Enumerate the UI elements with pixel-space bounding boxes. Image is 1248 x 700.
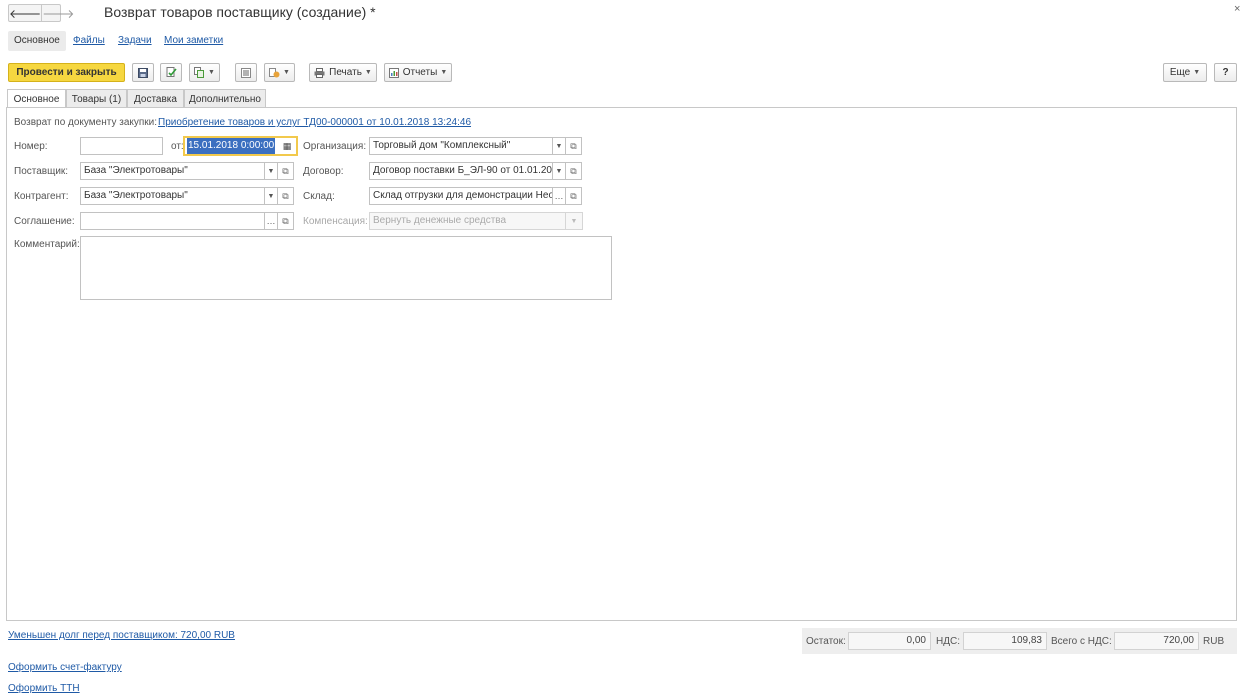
- tab-main[interactable]: Основное: [7, 89, 66, 109]
- balance-label: Остаток:: [806, 636, 846, 647]
- chevron-down-icon: ▼: [566, 212, 583, 230]
- section-tasks[interactable]: Задачи: [112, 31, 158, 51]
- forward-arrow-icon[interactable]: 🡒: [41, 5, 74, 21]
- reports-button[interactable]: Отчеты ▼: [384, 63, 452, 82]
- more-label: Еще: [1169, 67, 1191, 78]
- create-ttn-link[interactable]: Оформить ТТН: [8, 683, 80, 694]
- post-and-close-button[interactable]: Провести и закрыть: [8, 63, 125, 82]
- open-link-icon[interactable]: ⧉: [566, 162, 582, 180]
- comment-textarea[interactable]: [80, 236, 612, 300]
- chevron-down-icon: ▼: [283, 69, 290, 76]
- chevron-down-icon: ▼: [1193, 69, 1201, 76]
- tab-goods[interactable]: Товары (1): [66, 89, 127, 108]
- agreement-label: Соглашение:: [14, 216, 75, 227]
- printer-icon: [314, 67, 325, 78]
- open-link-icon[interactable]: ⧉: [566, 187, 582, 205]
- tab-additional[interactable]: Дополнительно: [184, 89, 266, 108]
- print-button[interactable]: Печать ▼: [309, 63, 377, 82]
- save-icon: [138, 67, 148, 78]
- open-link-icon[interactable]: ⧉: [566, 137, 582, 155]
- number-input[interactable]: [80, 137, 163, 155]
- number-label: Номер:: [14, 141, 48, 152]
- calendar-icon[interactable]: ▦: [280, 138, 294, 154]
- comment-label: Комментарий:: [14, 239, 80, 250]
- supplier-label: Поставщик:: [14, 166, 69, 177]
- total-with-vat-value: 720,00: [1114, 632, 1199, 650]
- list-icon: [241, 67, 251, 78]
- date-input[interactable]: 15.01.2018 0:00:00 ▦: [183, 136, 298, 156]
- contract-input[interactable]: Договор поставки Б_ЭЛ-90 от 01.01.2018: [369, 162, 553, 180]
- reports-label: Отчеты: [402, 67, 438, 78]
- close-icon[interactable]: ×: [1234, 3, 1240, 15]
- section-files[interactable]: Файлы: [67, 31, 111, 51]
- post-document-icon: [166, 67, 177, 77]
- contract-label: Договор:: [303, 166, 344, 177]
- currency-label: RUB: [1203, 636, 1225, 647]
- tab-panel: [6, 107, 1237, 621]
- balance-value: 0,00: [848, 632, 931, 650]
- create-based-icon: [194, 67, 205, 78]
- agreement-input[interactable]: [80, 212, 265, 230]
- choose-icon[interactable]: …: [553, 187, 566, 205]
- date-value: 15.01.2018 0:00:00: [187, 138, 276, 154]
- print-label: Печать: [329, 67, 362, 78]
- warehouse-label: Склад:: [303, 191, 335, 202]
- chevron-down-icon[interactable]: ▼: [553, 162, 566, 180]
- chevron-down-icon: ▼: [364, 69, 372, 76]
- window-title: Возврат товаров поставщику (создание) *: [104, 4, 376, 20]
- report-icon: [388, 67, 399, 78]
- attachment-icon: [269, 68, 280, 78]
- attach-button[interactable]: ▼: [264, 63, 295, 82]
- vat-value: 109,83: [963, 632, 1047, 650]
- vat-label: НДС:: [936, 636, 960, 647]
- date-label: от:: [171, 141, 184, 152]
- supplier-input[interactable]: База "Электротовары": [80, 162, 265, 180]
- warehouse-input[interactable]: Склад отгрузки для демонстрации Неордерн…: [369, 187, 553, 205]
- create-based-on-button[interactable]: ▼: [189, 63, 220, 82]
- section-notes[interactable]: Мои заметки: [158, 31, 229, 51]
- section-main[interactable]: Основное: [8, 31, 66, 51]
- chevron-down-icon: ▼: [440, 69, 448, 76]
- post-button[interactable]: [160, 63, 182, 82]
- more-button[interactable]: Еще ▼: [1163, 63, 1207, 82]
- chevron-down-icon[interactable]: ▼: [265, 162, 278, 180]
- structure-button[interactable]: [235, 63, 257, 82]
- choose-icon[interactable]: …: [265, 212, 278, 230]
- counterparty-label: Контрагент:: [14, 191, 69, 202]
- chevron-down-icon[interactable]: ▼: [265, 187, 278, 205]
- totals-bar: Остаток: 0,00 НДС: 109,83 Всего с НДС: 7…: [802, 628, 1237, 654]
- organization-input[interactable]: Торговый дом "Комплексный": [369, 137, 553, 155]
- open-link-icon[interactable]: ⧉: [278, 162, 294, 180]
- compensation-label: Компенсация:: [303, 216, 368, 227]
- tab-delivery[interactable]: Доставка: [127, 89, 184, 108]
- counterparty-input[interactable]: База "Электротовары": [80, 187, 265, 205]
- basis-label: Возврат по документу закупки:: [14, 117, 158, 128]
- create-invoice-link[interactable]: Оформить счет-фактуру: [8, 662, 122, 673]
- open-link-icon[interactable]: ⧉: [278, 212, 294, 230]
- help-button[interactable]: ?: [1214, 63, 1237, 82]
- total-with-vat-label: Всего с НДС:: [1051, 636, 1112, 647]
- chevron-down-icon: ▼: [208, 69, 215, 76]
- organization-label: Организация:: [303, 141, 367, 152]
- debt-reduced-link[interactable]: Уменьшен долг перед поставщиком: 720,00 …: [8, 630, 235, 641]
- save-button[interactable]: [132, 63, 154, 82]
- basis-document-link[interactable]: Приобретение товаров и услуг ТД00-000001…: [158, 117, 471, 128]
- compensation-input: Вернуть денежные средства: [369, 212, 566, 230]
- open-link-icon[interactable]: ⧉: [278, 187, 294, 205]
- history-nav: 🡐 🡒: [8, 4, 74, 22]
- chevron-down-icon[interactable]: ▼: [553, 137, 566, 155]
- back-arrow-icon[interactable]: 🡐: [9, 5, 41, 21]
